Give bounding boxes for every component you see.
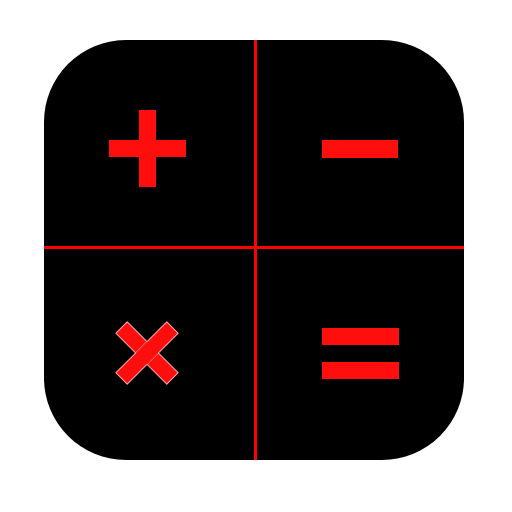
calculator-app-icon[interactable] <box>44 40 464 460</box>
vertical-divider <box>254 40 257 460</box>
horizontal-divider <box>44 246 464 249</box>
calculator-icon-graphic <box>44 40 464 460</box>
minus-icon <box>322 140 398 158</box>
